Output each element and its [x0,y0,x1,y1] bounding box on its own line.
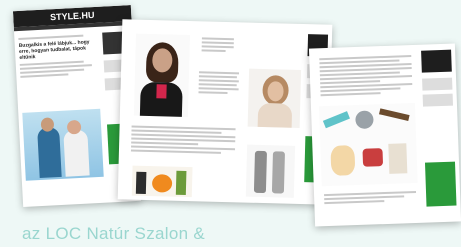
article-text [194,69,243,96]
article-page-products [117,19,333,205]
article-photo-couple [22,108,104,181]
site-logo: STYLE.HU [49,9,95,23]
sidebar-thumb [422,77,453,91]
green-ad-banner [424,161,457,207]
article-text [127,123,240,156]
product-photo-bottles [245,144,296,198]
portrait-photo-woman [133,33,191,118]
product-photo-oils [131,165,193,198]
portrait-photo-woman-hair [247,68,302,128]
article-headline: Buzgalkis a felé lábjuk... hogy erre, ho… [18,39,90,61]
article-page-accessories [308,43,461,227]
caption-text: az LOC Natúr Szalon & [22,224,205,243]
article-text [198,35,238,54]
product-photo-hair-tools [318,102,418,187]
sidebar-ad [421,49,452,73]
article-text [16,60,97,78]
article-text [315,53,416,98]
sidebar-thumb [422,93,454,107]
article-text [320,189,420,206]
